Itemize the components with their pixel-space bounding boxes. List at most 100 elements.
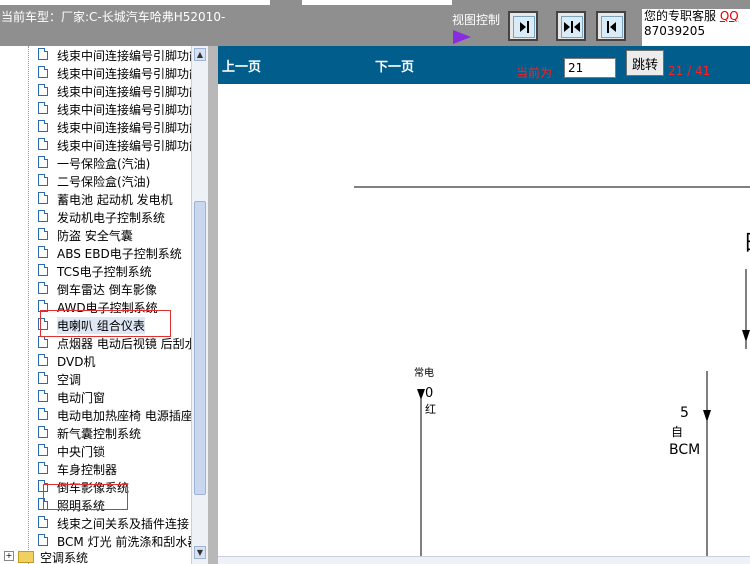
tree-item[interactable]: 空调 — [38, 370, 204, 388]
tree-item[interactable]: DVD机 — [38, 352, 204, 370]
view-control-label: 视图控制 — [452, 13, 501, 27]
tree-item[interactable]: 线束中间连接编号引脚功能 — [38, 64, 204, 82]
tree-item[interactable]: 新气囊控制系统 — [38, 424, 204, 442]
view-fit-both-icon — [561, 16, 583, 38]
wiring-diagram: 常电 0 红 5 自 BCM 日 — [218, 84, 750, 556]
tree-item[interactable]: 倒车雷达 倒车影像 — [38, 280, 204, 298]
tree-item[interactable]: 防盗 安全气囊 — [38, 226, 204, 244]
tree-item-label: 线束中间连接编号引脚功能 — [57, 67, 202, 81]
service-qq-link[interactable]: QQ — [720, 9, 739, 23]
tree-item-label: 线束中间连接编号引脚功能 — [57, 139, 202, 153]
service-label: 您的专职客服 — [644, 9, 717, 23]
tree-item[interactable]: 二号保险盒(汽油) — [38, 172, 204, 190]
wiring-tree-sidebar: 线束中间连接编号引脚功能 线束中间连接编号引脚功能 线束中间连接编号引脚功能 线束中间… — [0, 46, 208, 564]
document-icon — [38, 336, 48, 348]
document-icon — [38, 102, 48, 114]
highlight-box-lighting — [43, 484, 128, 510]
tree-item[interactable]: 线束中间连接编号引脚功能 — [38, 118, 204, 136]
view-fit-both-button[interactable] — [556, 11, 586, 41]
document-icon — [38, 174, 48, 186]
document-icon — [38, 516, 48, 528]
document-icon — [38, 462, 48, 474]
tree-item-label: 电动门窗 — [57, 391, 106, 405]
service-number: 87039205 — [644, 24, 706, 38]
tree-item[interactable]: 线束中间连接编号引脚功能 — [38, 46, 204, 64]
pane-splitter[interactable] — [208, 46, 218, 564]
document-icon — [38, 444, 48, 456]
header-bar: 当前车型：厂家:C-长城汽车哈弗H52010- 视图控制 您的专职客服 QQ 8… — [0, 0, 750, 46]
tree-item-label: 电动电加热座椅 电源插座 — [57, 409, 193, 423]
view-fit-right-button[interactable] — [596, 11, 626, 41]
wire-number-0: 0 — [425, 386, 434, 401]
header-top-strip-2 — [302, 0, 452, 5]
vehicle-model-label: 当前车型：厂家:C-长城汽车哈弗H52010- — [1, 10, 226, 24]
scroll-down-arrow-icon[interactable]: ▼ — [194, 546, 206, 559]
customer-service-panel: 您的专职客服 QQ 87039205 — [642, 9, 750, 46]
document-icon — [38, 84, 48, 96]
tree-item[interactable]: 线束中间连接编号引脚功能 — [38, 136, 204, 154]
document-icon — [38, 534, 48, 546]
tree-item-label: 二号保险盒(汽油) — [57, 175, 151, 189]
tree-item-label: 蓄电池 起动机 发电机 — [57, 193, 173, 207]
tree-item[interactable]: 发动机电子控制系统 — [38, 208, 204, 226]
tree-item[interactable]: 线束中间连接编号引脚功能 — [38, 82, 204, 100]
jump-button[interactable]: 跳转 — [626, 50, 664, 76]
tree-item[interactable]: 车身控制器 — [38, 460, 204, 478]
document-icon — [38, 138, 48, 150]
tree-item[interactable]: ABS EBD电子控制系统 — [38, 244, 204, 262]
document-icon — [38, 120, 48, 132]
scroll-up-arrow-icon[interactable]: ▲ — [194, 48, 206, 61]
document-icon — [38, 246, 48, 258]
document-icon — [38, 390, 48, 402]
tree-item-label: 空调 — [57, 373, 82, 387]
view-fit-left-button[interactable] — [508, 11, 538, 41]
document-icon — [38, 264, 48, 276]
tree-item-label: 线束中间连接编号引脚功能 — [57, 85, 202, 99]
pin-number-5: 5 — [680, 405, 689, 421]
tree-item-label: 点烟器 电动后视镜 后刮水器 — [57, 337, 204, 351]
diagram-horizontal-scrollbar[interactable] — [218, 556, 750, 564]
header-top-strip — [0, 0, 270, 5]
scrollbar-thumb[interactable] — [194, 201, 206, 495]
tree-item[interactable]: 线束之间关系及插件连接 — [38, 514, 204, 532]
tree-item-label: 倒车雷达 倒车影像 — [57, 283, 157, 297]
tree-item[interactable]: 电动电加热座椅 电源插座 — [38, 406, 204, 424]
highlight-box-horn-cluster — [40, 310, 171, 337]
tree-folder-label: 空调系统 — [40, 551, 89, 564]
from-label: 自 — [671, 425, 684, 439]
current-page-label: 当前为 — [516, 66, 553, 80]
document-icon — [38, 354, 48, 366]
page-nav-bar: 上一页 下一页 当前为 跳转 21 / 41 — [218, 46, 750, 84]
page-number-input[interactable] — [564, 58, 616, 78]
expand-plus-icon[interactable]: + — [4, 551, 14, 561]
document-icon — [38, 156, 48, 168]
tree-item[interactable]: 电动门窗 — [38, 388, 204, 406]
tree-item[interactable]: 线束中间连接编号引脚功能 — [38, 100, 204, 118]
tree-item-label: 新气囊控制系统 — [57, 427, 142, 441]
tree-item-label: ABS EBD电子控制系统 — [57, 247, 182, 261]
tree-item-label: 线束中间连接编号引脚功能 — [57, 49, 202, 63]
prev-page-link[interactable]: 上一页 — [222, 56, 261, 75]
tree-folder-ac-system[interactable]: + 空调系统 — [4, 548, 204, 564]
diagram-lines — [354, 186, 750, 556]
document-icon — [38, 372, 48, 384]
document-icon — [38, 282, 48, 294]
document-icon — [38, 210, 48, 222]
tree-item[interactable]: TCS电子控制系统 — [38, 262, 204, 280]
tree-item[interactable]: 中央门锁 — [38, 442, 204, 460]
tree-item[interactable]: 蓄电池 起动机 发电机 — [38, 190, 204, 208]
tree-item-label: DVD机 — [57, 355, 96, 369]
document-icon — [38, 48, 48, 60]
next-page-link[interactable]: 下一页 — [375, 56, 414, 75]
bcm-label: BCM — [669, 442, 701, 458]
tree-item-label: 中央门锁 — [57, 445, 106, 459]
sidebar-scrollbar[interactable]: ▲ ▼ — [191, 46, 208, 564]
wire-color-red: 红 — [425, 403, 436, 416]
tree-guide-line — [28, 46, 29, 564]
view-fit-right-icon — [601, 16, 623, 38]
tree-item[interactable]: 一号保险盒(汽油) — [38, 154, 204, 172]
tree-item-label: 线束中间连接编号引脚功能 — [57, 103, 202, 117]
tree-item-label: 防盗 安全气囊 — [57, 229, 133, 243]
document-icon — [38, 408, 48, 420]
diagram-title-fragment: 日 — [743, 225, 750, 257]
